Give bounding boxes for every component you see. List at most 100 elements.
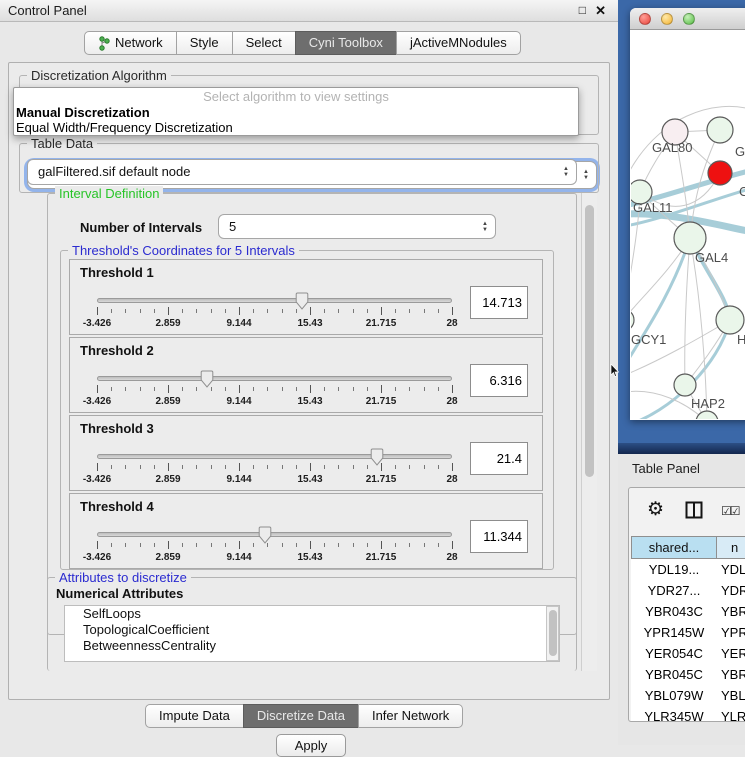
table-cell[interactable]: YDL19... [631,559,717,580]
threshold-value-field[interactable]: 11.344 [470,520,528,553]
network-node-HAP2[interactable] [674,374,696,396]
table-cell[interactable]: YBR0 [717,601,745,622]
table-panel-box: ⚙ ☑☑ shared... n YDL19...YDL1YDR27...YDR… [628,487,745,722]
column-header-name[interactable]: n [717,536,745,559]
threshold-value-field[interactable]: 6.316 [470,364,528,397]
attributes-scrollbar-thumb[interactable] [549,610,557,656]
slider-track[interactable] [97,454,452,459]
table-cell[interactable]: YLR345W [631,706,717,722]
network-node-label: GCY1 [631,332,666,347]
network-canvas[interactable]: GAL80GCGAL11GAL4GCY1HHAP2 [631,30,745,419]
slider-ticks [97,385,452,394]
table-data-group-title: Table Data [27,136,97,151]
table-cell[interactable]: YDL1 [717,559,745,580]
table-row[interactable]: YDR27...YDR2 [631,580,745,601]
column-header-shared[interactable]: shared... [631,536,717,559]
settings-scrollbar-thumb[interactable] [585,205,594,477]
algorithm-group-title: Discretization Algorithm [27,68,171,83]
slider-tick-labels: -3.4262.8599.14415.4321.71528 [97,552,452,564]
network-node-G[interactable] [707,117,733,143]
network-canvas-svg: GAL80GCGAL11GAL4GCY1HHAP2 [631,30,745,419]
tab-infer-network[interactable]: Infer Network [358,704,463,728]
table-cell[interactable]: YPR1 [717,622,745,643]
tab-select[interactable]: Select [232,31,296,55]
table-row[interactable]: YBR043CYBR0 [631,601,745,622]
attributes-group: Attributes to discretize Numerical Attri… [47,577,577,671]
dropdown-option[interactable]: Manual Discretization [14,105,578,120]
settings-scrollbar[interactable] [581,193,597,671]
table-cell[interactable]: YDR2 [717,580,745,601]
threshold-slider[interactable]: -3.4262.8599.14415.4321.71528 [97,526,452,566]
attribute-list-item[interactable]: SelfLoops [65,606,559,622]
threshold-slider[interactable]: -3.4262.8599.14415.4321.71528 [97,370,452,410]
table-cell[interactable]: YBR043C [631,601,717,622]
table-row[interactable]: YBL079WYBL0 [631,685,745,706]
table-header-row: shared... n [631,536,745,559]
network-node-GCY1[interactable] [631,309,634,331]
slider-track[interactable] [97,298,452,303]
attributes-list-scrollbar[interactable] [546,606,559,661]
gear-icon[interactable]: ⚙ [647,498,664,521]
network-node-bottom[interactable] [696,411,718,419]
table-cell[interactable]: YBR045C [631,664,717,685]
slider-ticks [97,307,452,316]
mac-close-icon[interactable] [639,13,651,25]
tab-cyni-toolbox[interactable]: Cyni Toolbox [295,31,397,55]
table-cell[interactable]: YLR3 [717,706,745,722]
close-window-icon[interactable]: ✕ [595,3,606,19]
apply-button[interactable]: Apply [276,734,346,757]
mouse-cursor [610,364,619,377]
table-panel: Table Panel ⚙ ☑☑ shared... n YDL19...YDL… [618,454,745,745]
float-window-icon[interactable]: □ [579,3,586,17]
table-row[interactable]: YER054CYER0 [631,643,745,664]
threshold-value-field[interactable]: 21.4 [470,442,528,475]
top-tab-bar: Network Style Select Cyni Toolbox jActiv… [84,31,521,55]
thresholds-list: Threshold 1 -3.4262.8599.14415.4321.7152… [69,259,543,571]
table-row[interactable]: YDL19...YDL1 [631,559,745,580]
network-node-H[interactable] [716,306,744,334]
numerical-attributes-list[interactable]: SelfLoopsTopologicalCoefficientBetweenne… [64,605,560,662]
attribute-list-item[interactable]: TopologicalCoefficient [65,622,559,638]
table-toolbar: ⚙ ☑☑ [629,488,745,532]
network-node-label: C [739,184,745,199]
table-row[interactable]: YPR145WYPR1 [631,622,745,643]
table-row[interactable]: YLR345WYLR3 [631,706,745,722]
attribute-list-item[interactable]: BetweennessCentrality [65,638,559,654]
tab-style[interactable]: Style [176,31,233,55]
tab-impute-data[interactable]: Impute Data [145,704,244,728]
tab-cyni-toolbox-label: Cyni Toolbox [309,32,383,54]
threshold-slider[interactable]: -3.4262.8599.14415.4321.71528 [97,292,452,332]
numerical-attributes-heading: Numerical Attributes [56,586,183,601]
tab-style-label: Style [190,32,219,54]
table-cell[interactable]: YER054C [631,643,717,664]
network-panel-bottom-strip [618,443,745,454]
tab-network-label: Network [115,32,163,54]
threshold-value-field[interactable]: 14.713 [470,286,528,319]
table-cell[interactable]: YER0 [717,643,745,664]
threshold-slider[interactable]: -3.4262.8599.14415.4321.71528 [97,448,452,488]
slider-track[interactable] [97,532,452,537]
table-cell[interactable]: YBL079W [631,685,717,706]
slider-track[interactable] [97,376,452,381]
table-cell[interactable]: YBL0 [717,685,745,706]
table-data-combobox[interactable]: galFiltered.sif default node ▲▼ [27,159,577,185]
checkbox-columns-icon[interactable]: ☑☑ [721,504,739,518]
mac-minimize-icon[interactable] [661,13,673,25]
algorithm-dropdown-popup: Select algorithm to view settings Manual… [13,87,579,136]
mac-zoom-icon[interactable] [683,13,695,25]
dropdown-option[interactable]: Equal Width/Frequency Discretization [14,120,578,135]
combo-arrows-icon: ▲▼ [482,215,488,238]
number-of-intervals-combobox[interactable]: 5 ▲▼ [218,214,496,239]
table-cell[interactable]: YDR27... [631,580,717,601]
tab-discretize-data[interactable]: Discretize Data [243,704,359,728]
cyni-toolbox-panel: Discretization Algorithm ▲▼ Select algor… [8,62,610,700]
table-cell[interactable]: YPR145W [631,622,717,643]
dropdown-hint: Select algorithm to view settings [14,88,578,105]
tab-network[interactable]: Network [84,31,177,55]
table-cell[interactable]: YBR0 [717,664,745,685]
split-view-icon[interactable] [685,501,703,519]
network-node-red[interactable] [708,161,732,185]
table-row[interactable]: YBR045CYBR0 [631,664,745,685]
tab-discretize-data-label: Discretize Data [257,705,345,727]
tab-jactivemnodules[interactable]: jActiveMNodules [396,31,521,55]
